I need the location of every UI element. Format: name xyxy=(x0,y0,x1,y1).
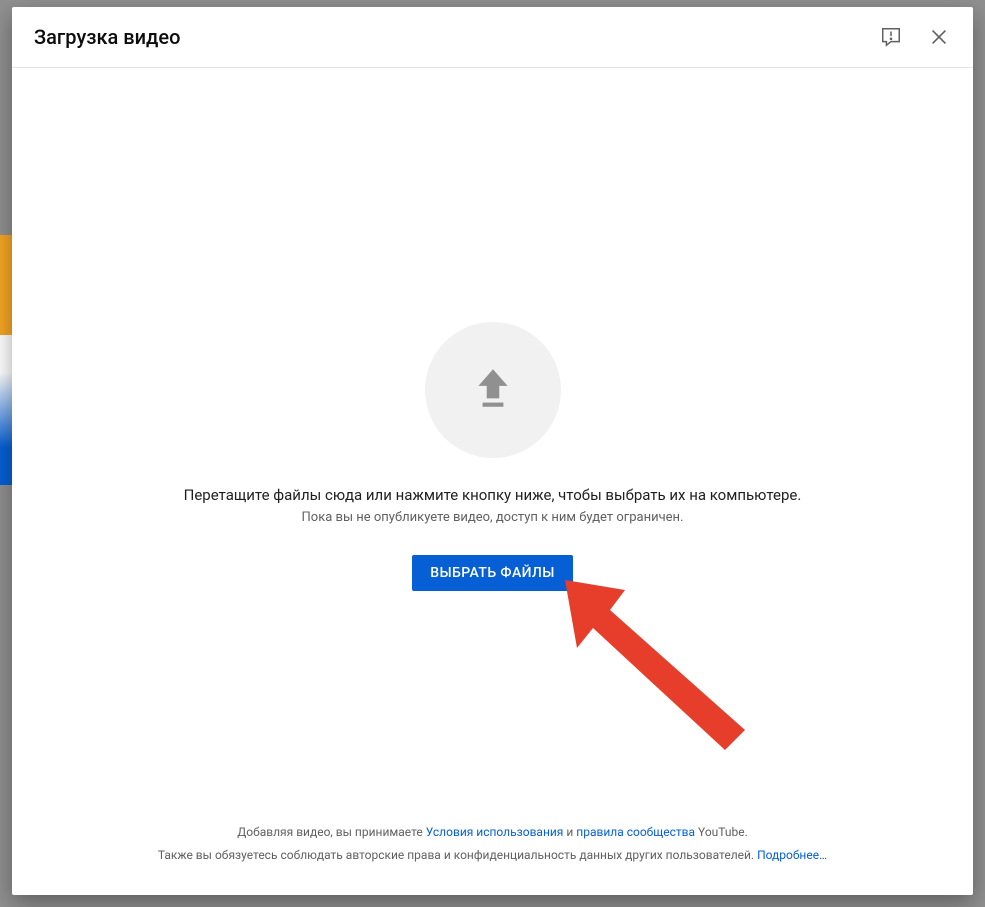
footer-line-1: Добавляя видео, вы принимаете Условия ис… xyxy=(42,821,943,844)
header-actions xyxy=(879,25,951,49)
learn-more-link[interactable]: Подробнее… xyxy=(757,848,827,862)
upload-instruction-primary: Перетащите файлы сюда или нажмите кнопку… xyxy=(184,486,802,504)
background-fragment xyxy=(0,235,12,485)
dialog-title: Загрузка видео xyxy=(34,25,180,49)
feedback-icon[interactable] xyxy=(879,25,903,49)
dialog-header: Загрузка видео xyxy=(12,7,973,68)
upload-arrow-icon xyxy=(468,363,518,417)
upload-video-dialog: Загрузка видео xyxy=(12,7,973,895)
dialog-body: Перетащите файлы сюда или нажмите кнопку… xyxy=(12,68,973,805)
footer-line-2: Также вы обязуетесь соблюдать авторские … xyxy=(42,844,943,867)
footer-text: и xyxy=(563,825,576,839)
terms-of-use-link[interactable]: Условия использования xyxy=(426,825,564,839)
close-icon[interactable] xyxy=(927,25,951,49)
community-guidelines-link[interactable]: правила сообщества xyxy=(576,825,695,839)
footer-text: Также вы обязуетесь соблюдать авторские … xyxy=(158,848,757,862)
upload-instruction-secondary: Пока вы не опубликуете видео, доступ к н… xyxy=(302,510,684,525)
footer-text: Добавляя видео, вы принимаете xyxy=(237,825,426,839)
upload-dropzone[interactable] xyxy=(425,322,561,458)
select-files-button[interactable]: ВЫБРАТЬ ФАЙЛЫ xyxy=(412,555,573,591)
footer-text: YouTube. xyxy=(695,825,748,839)
dialog-footer: Добавляя видео, вы принимаете Условия ис… xyxy=(12,805,973,895)
